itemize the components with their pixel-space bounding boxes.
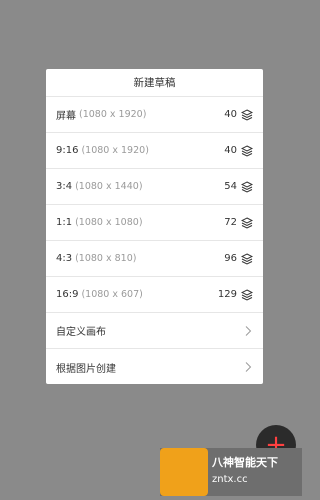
preset-count: 72 bbox=[224, 217, 237, 228]
watermark-title: 八神智能天下 bbox=[212, 456, 278, 469]
preset-row-1-1[interactable]: 1:1 (1080 x 1080) 72 bbox=[46, 205, 263, 241]
new-draft-dialog: 新建草稿 屏幕 (1080 x 1920) 40 9:16 (1080 x 19… bbox=[46, 69, 263, 384]
preset-count: 129 bbox=[217, 289, 237, 300]
layers-icon bbox=[241, 252, 253, 265]
chevron-right-icon bbox=[245, 362, 252, 372]
watermark: 八神智能天下 zntx.cc bbox=[160, 448, 302, 496]
preset-row-4-3[interactable]: 4:3 (1080 x 810) 96 bbox=[46, 241, 263, 277]
layers-icon bbox=[241, 216, 253, 229]
preset-resolution: (1080 x 1920) bbox=[79, 109, 147, 120]
preset-name: 4:3 bbox=[56, 253, 73, 264]
preset-name: 1:1 bbox=[56, 217, 73, 228]
preset-count: 54 bbox=[224, 181, 237, 192]
custom-canvas-label: 自定义画布 bbox=[56, 327, 106, 338]
custom-canvas-row[interactable]: 自定义画布 bbox=[46, 313, 263, 349]
preset-name: 9:16 bbox=[56, 145, 79, 156]
dialog-title: 新建草稿 bbox=[46, 69, 263, 97]
preset-count: 40 bbox=[224, 109, 237, 120]
layers-icon bbox=[241, 144, 253, 157]
preset-row-9-16[interactable]: 9:16 (1080 x 1920) 40 bbox=[46, 133, 263, 169]
create-from-image-row[interactable]: 根据图片创建 bbox=[46, 349, 263, 384]
preset-count: 96 bbox=[224, 253, 237, 264]
preset-name: 16:9 bbox=[56, 289, 79, 300]
preset-resolution: (1080 x 1080) bbox=[75, 217, 143, 228]
preset-name: 3:4 bbox=[56, 181, 73, 192]
preset-resolution: (1080 x 1440) bbox=[75, 181, 143, 192]
layers-icon bbox=[241, 288, 253, 301]
preset-resolution: (1080 x 607) bbox=[81, 289, 143, 300]
preset-row-screen[interactable]: 屏幕 (1080 x 1920) 40 bbox=[46, 97, 263, 133]
preset-row-16-9[interactable]: 16:9 (1080 x 607) 129 bbox=[46, 277, 263, 313]
chevron-right-icon bbox=[245, 325, 252, 336]
create-from-image-label: 根据图片创建 bbox=[56, 363, 116, 375]
preset-name: 屏幕 bbox=[56, 111, 76, 122]
layers-icon bbox=[241, 108, 253, 121]
preset-count: 40 bbox=[224, 145, 237, 156]
watermark-logo bbox=[160, 448, 208, 496]
preset-resolution: (1080 x 810) bbox=[75, 253, 137, 264]
preset-row-3-4[interactable]: 3:4 (1080 x 1440) 54 bbox=[46, 169, 263, 205]
watermark-url: zntx.cc bbox=[212, 474, 248, 485]
preset-resolution: (1080 x 1920) bbox=[81, 145, 149, 156]
layers-icon bbox=[241, 180, 253, 193]
